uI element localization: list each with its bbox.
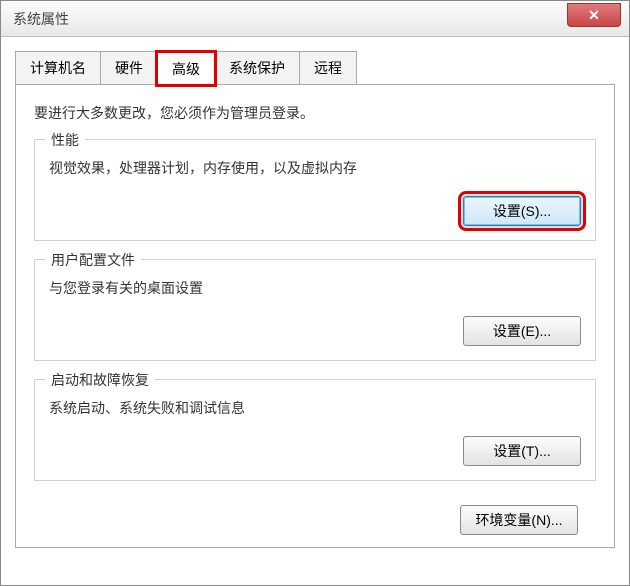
performance-desc: 视觉效果，处理器计划，内存使用，以及虚拟内存 (49, 158, 581, 178)
tab-system-protection[interactable]: 系统保护 (214, 51, 300, 84)
admin-note: 要进行大多数更改，您必须作为管理员登录。 (34, 103, 596, 123)
performance-button-row: 设置(S)... (49, 196, 581, 226)
performance-group: 性能 视觉效果，处理器计划，内存使用，以及虚拟内存 设置(S)... (34, 139, 596, 241)
tab-panel-advanced: 要进行大多数更改，您必须作为管理员登录。 性能 视觉效果，处理器计划，内存使用，… (15, 85, 615, 548)
titlebar: 系统属性 ✕ (1, 1, 629, 37)
window-title: 系统属性 (13, 9, 69, 29)
userprofile-button-row: 设置(E)... (49, 316, 581, 346)
close-button[interactable]: ✕ (567, 3, 621, 27)
close-icon: ✕ (588, 7, 600, 24)
userprofile-title: 用户配置文件 (45, 250, 141, 270)
startup-group: 启动和故障恢复 系统启动、系统失败和调试信息 设置(T)... (34, 379, 596, 481)
tab-computer-name[interactable]: 计算机名 (15, 51, 101, 84)
content-area: 计算机名 硬件 高级 系统保护 远程 要进行大多数更改，您必须作为管理员登录。 … (1, 37, 629, 562)
startup-settings-button[interactable]: 设置(T)... (463, 436, 581, 466)
performance-title: 性能 (45, 130, 85, 150)
performance-settings-button[interactable]: 设置(S)... (463, 196, 581, 226)
userprofile-settings-button[interactable]: 设置(E)... (463, 316, 581, 346)
userprofile-group: 用户配置文件 与您登录有关的桌面设置 设置(E)... (34, 259, 596, 361)
tab-hardware[interactable]: 硬件 (100, 51, 158, 84)
userprofile-desc: 与您登录有关的桌面设置 (49, 278, 581, 298)
tab-remote[interactable]: 远程 (299, 51, 357, 84)
environment-variables-button[interactable]: 环境变量(N)... (460, 505, 578, 535)
system-properties-window: 系统属性 ✕ 计算机名 硬件 高级 系统保护 远程 要进行大多数更改，您必须作为… (0, 0, 630, 586)
startup-title: 启动和故障恢复 (45, 370, 155, 390)
startup-button-row: 设置(T)... (49, 436, 581, 466)
tab-bar: 计算机名 硬件 高级 系统保护 远程 (15, 51, 615, 85)
tab-advanced[interactable]: 高级 (157, 52, 215, 85)
bottom-row: 环境变量(N)... (34, 499, 596, 535)
startup-desc: 系统启动、系统失败和调试信息 (49, 398, 581, 418)
